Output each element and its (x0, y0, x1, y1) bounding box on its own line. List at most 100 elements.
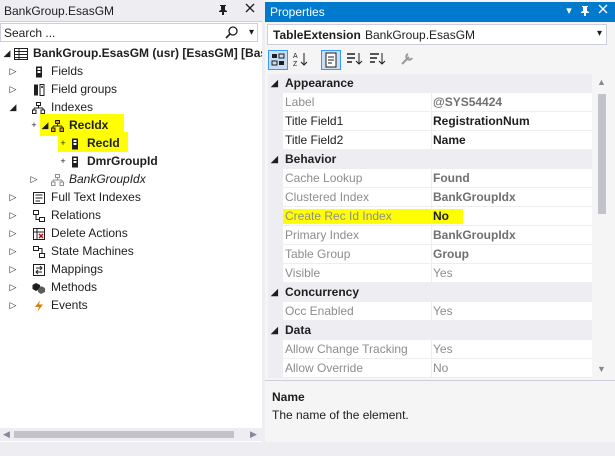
object-selector[interactable]: TableExtension BankGroup.EsasGM ▾ (267, 24, 607, 45)
window-menu-icon[interactable]: ▾ (562, 4, 576, 19)
property-row[interactable]: Title Field2 Name (268, 131, 592, 150)
category-concurrency[interactable]: ◢ Concurrency (268, 283, 592, 302)
tree-item-dmrgroupid[interactable]: + DmrGroupId (0, 152, 262, 170)
property-value[interactable]: BankGroupIdx (431, 188, 589, 207)
tree-item-delete-actions[interactable]: ▷ Delete Actions (0, 224, 262, 242)
category-appearance[interactable]: ◢ Appearance (268, 74, 592, 93)
property-row[interactable]: Cache Lookup Found (268, 169, 592, 188)
property-value[interactable]: No (431, 359, 589, 378)
collapse-icon[interactable]: ◢ (271, 283, 278, 302)
property-row[interactable]: Occ Enabled Yes (268, 302, 592, 321)
category-data[interactable]: ◢ Data (268, 321, 592, 340)
property-row[interactable]: Allow Override No (268, 359, 592, 378)
events-icon (33, 299, 45, 312)
chevron-down-icon[interactable]: ▾ (597, 28, 602, 39)
row-gutter (268, 112, 283, 131)
tree-item-label: Relations (51, 208, 102, 222)
tree-item-recidx[interactable]: + ◢ RecIdx (0, 116, 262, 134)
property-value[interactable]: Name (431, 131, 589, 150)
tree-item-methods[interactable]: ▷ Methods (0, 278, 262, 296)
collapse-icon[interactable]: ◢ (271, 150, 278, 169)
property-row[interactable]: Create Rec Id Index No (268, 207, 592, 226)
tree-item-bankgroupidx[interactable]: ▷ BankGroupIdx (0, 170, 262, 188)
property-value[interactable]: @SYS54424 (431, 93, 589, 112)
property-row[interactable]: Allow Change Tracking Yes (268, 340, 592, 359)
search-icon[interactable] (225, 25, 239, 40)
expand-icon[interactable]: ▷ (8, 62, 18, 80)
designer-tab[interactable]: BankGroup.EsasGM (0, 0, 262, 22)
collapse-icon[interactable]: ◢ (8, 98, 18, 116)
designer-tab-title: BankGroup.EsasGM (4, 4, 115, 18)
tree-item-field-groups[interactable]: ▷ Field groups (0, 80, 262, 98)
delete-actions-icon (33, 227, 45, 240)
tree-item-state-machines[interactable]: ▷ State Machines (0, 242, 262, 260)
property-value[interactable]: No (431, 207, 589, 226)
scrollbar-thumb[interactable] (598, 94, 606, 214)
tree-item-events[interactable]: ▷ Events (0, 296, 262, 314)
property-value[interactable]: Yes (431, 302, 589, 321)
property-value[interactable]: Yes (431, 264, 589, 283)
search-input[interactable] (1, 24, 221, 41)
scroll-left-icon[interactable]: ◀ (3, 428, 10, 441)
expand-icon[interactable]: ▷ (8, 278, 18, 296)
expand-icon[interactable]: ▷ (8, 260, 18, 278)
field-icon (69, 137, 81, 150)
alphabetical-button[interactable]: AZ (292, 50, 312, 70)
property-pages-icon[interactable] (398, 50, 418, 70)
tree-item-recid[interactable]: + RecId (0, 134, 262, 152)
property-row[interactable]: Table Group Group (268, 245, 592, 264)
close-icon[interactable] (596, 4, 610, 19)
pin-icon[interactable] (216, 3, 230, 18)
expand-icon[interactable]: ▷ (8, 188, 18, 206)
categorized-button[interactable] (268, 50, 288, 70)
scroll-down-icon[interactable]: ▼ (597, 364, 606, 374)
scroll-up-icon[interactable]: ▲ (597, 77, 606, 87)
property-value[interactable]: BankGroupIdx (431, 226, 589, 245)
horizontal-scrollbar[interactable]: ◀ ▶ (0, 428, 262, 441)
tree-item-full-text-indexes[interactable]: ▷ Full Text Indexes (0, 188, 262, 206)
property-value[interactable]: RegistrationNum (431, 112, 589, 131)
expand-icon[interactable]: ▷ (8, 224, 18, 242)
tree-item-mappings[interactable]: ▷ Mappings (0, 260, 262, 278)
expand-icon[interactable]: ▷ (8, 80, 18, 98)
tree-item-label: Full Text Indexes (51, 190, 141, 204)
property-row[interactable]: Visible Yes (268, 264, 592, 283)
expand-icon[interactable]: ▷ (8, 296, 18, 314)
property-row[interactable]: Label @SYS54424 (268, 93, 592, 112)
pin-icon[interactable] (578, 4, 592, 19)
property-value[interactable]: Yes (431, 340, 589, 359)
sort-button[interactable] (368, 50, 388, 70)
description-panel: Name The name of the element. (265, 380, 615, 442)
expand-icon[interactable]: ▷ (8, 206, 18, 224)
scrollbar-thumb[interactable] (14, 431, 234, 438)
expand-icon[interactable]: ▷ (29, 170, 39, 188)
category-behavior[interactable]: ◢ Behavior (268, 150, 592, 169)
search-options-dropdown[interactable]: ▾ (249, 24, 254, 41)
row-gutter (268, 131, 283, 150)
tree-item-label: RecId (87, 136, 120, 150)
collapse-icon[interactable]: ◢ (40, 116, 50, 134)
property-name: Title Field1 (285, 114, 344, 128)
property-row[interactable]: Clustered Index BankGroupIdx (268, 188, 592, 207)
designer-pane: BankGroup.EsasGM ▾ ◢ BankGroup.EsasGM (u… (0, 0, 278, 456)
collapse-icon[interactable]: ◢ (2, 44, 12, 62)
collapse-icon[interactable]: ◢ (271, 74, 278, 93)
property-row[interactable]: Title Field1 RegistrationNum (268, 112, 592, 131)
property-value[interactable]: Found (431, 169, 589, 188)
scroll-right-icon[interactable]: ▶ (250, 428, 257, 441)
property-name: Allow Override (285, 361, 364, 375)
properties-view-button[interactable] (321, 50, 341, 70)
tree-root[interactable]: ◢ BankGroup.EsasGM (usr) [EsasGM] [Base: (0, 44, 278, 62)
tree-item-relations[interactable]: ▷ Relations (0, 206, 262, 224)
events-view-button[interactable] (345, 50, 365, 70)
property-row[interactable]: Primary Index BankGroupIdx (268, 226, 592, 245)
properties-pane: Properties ▾ TableExtension BankGroup.Es… (265, 0, 615, 456)
description-title: Name (272, 390, 305, 404)
property-value[interactable]: Group (431, 245, 589, 264)
expand-icon[interactable]: ▷ (8, 242, 18, 260)
vertical-scrollbar[interactable]: ▲ ▼ (593, 74, 610, 378)
close-icon[interactable] (243, 3, 257, 18)
tree-item-fields[interactable]: ▷ Fields (0, 62, 262, 80)
collapse-icon[interactable]: ◢ (271, 321, 278, 340)
properties-title-bar[interactable]: Properties ▾ (265, 2, 615, 22)
